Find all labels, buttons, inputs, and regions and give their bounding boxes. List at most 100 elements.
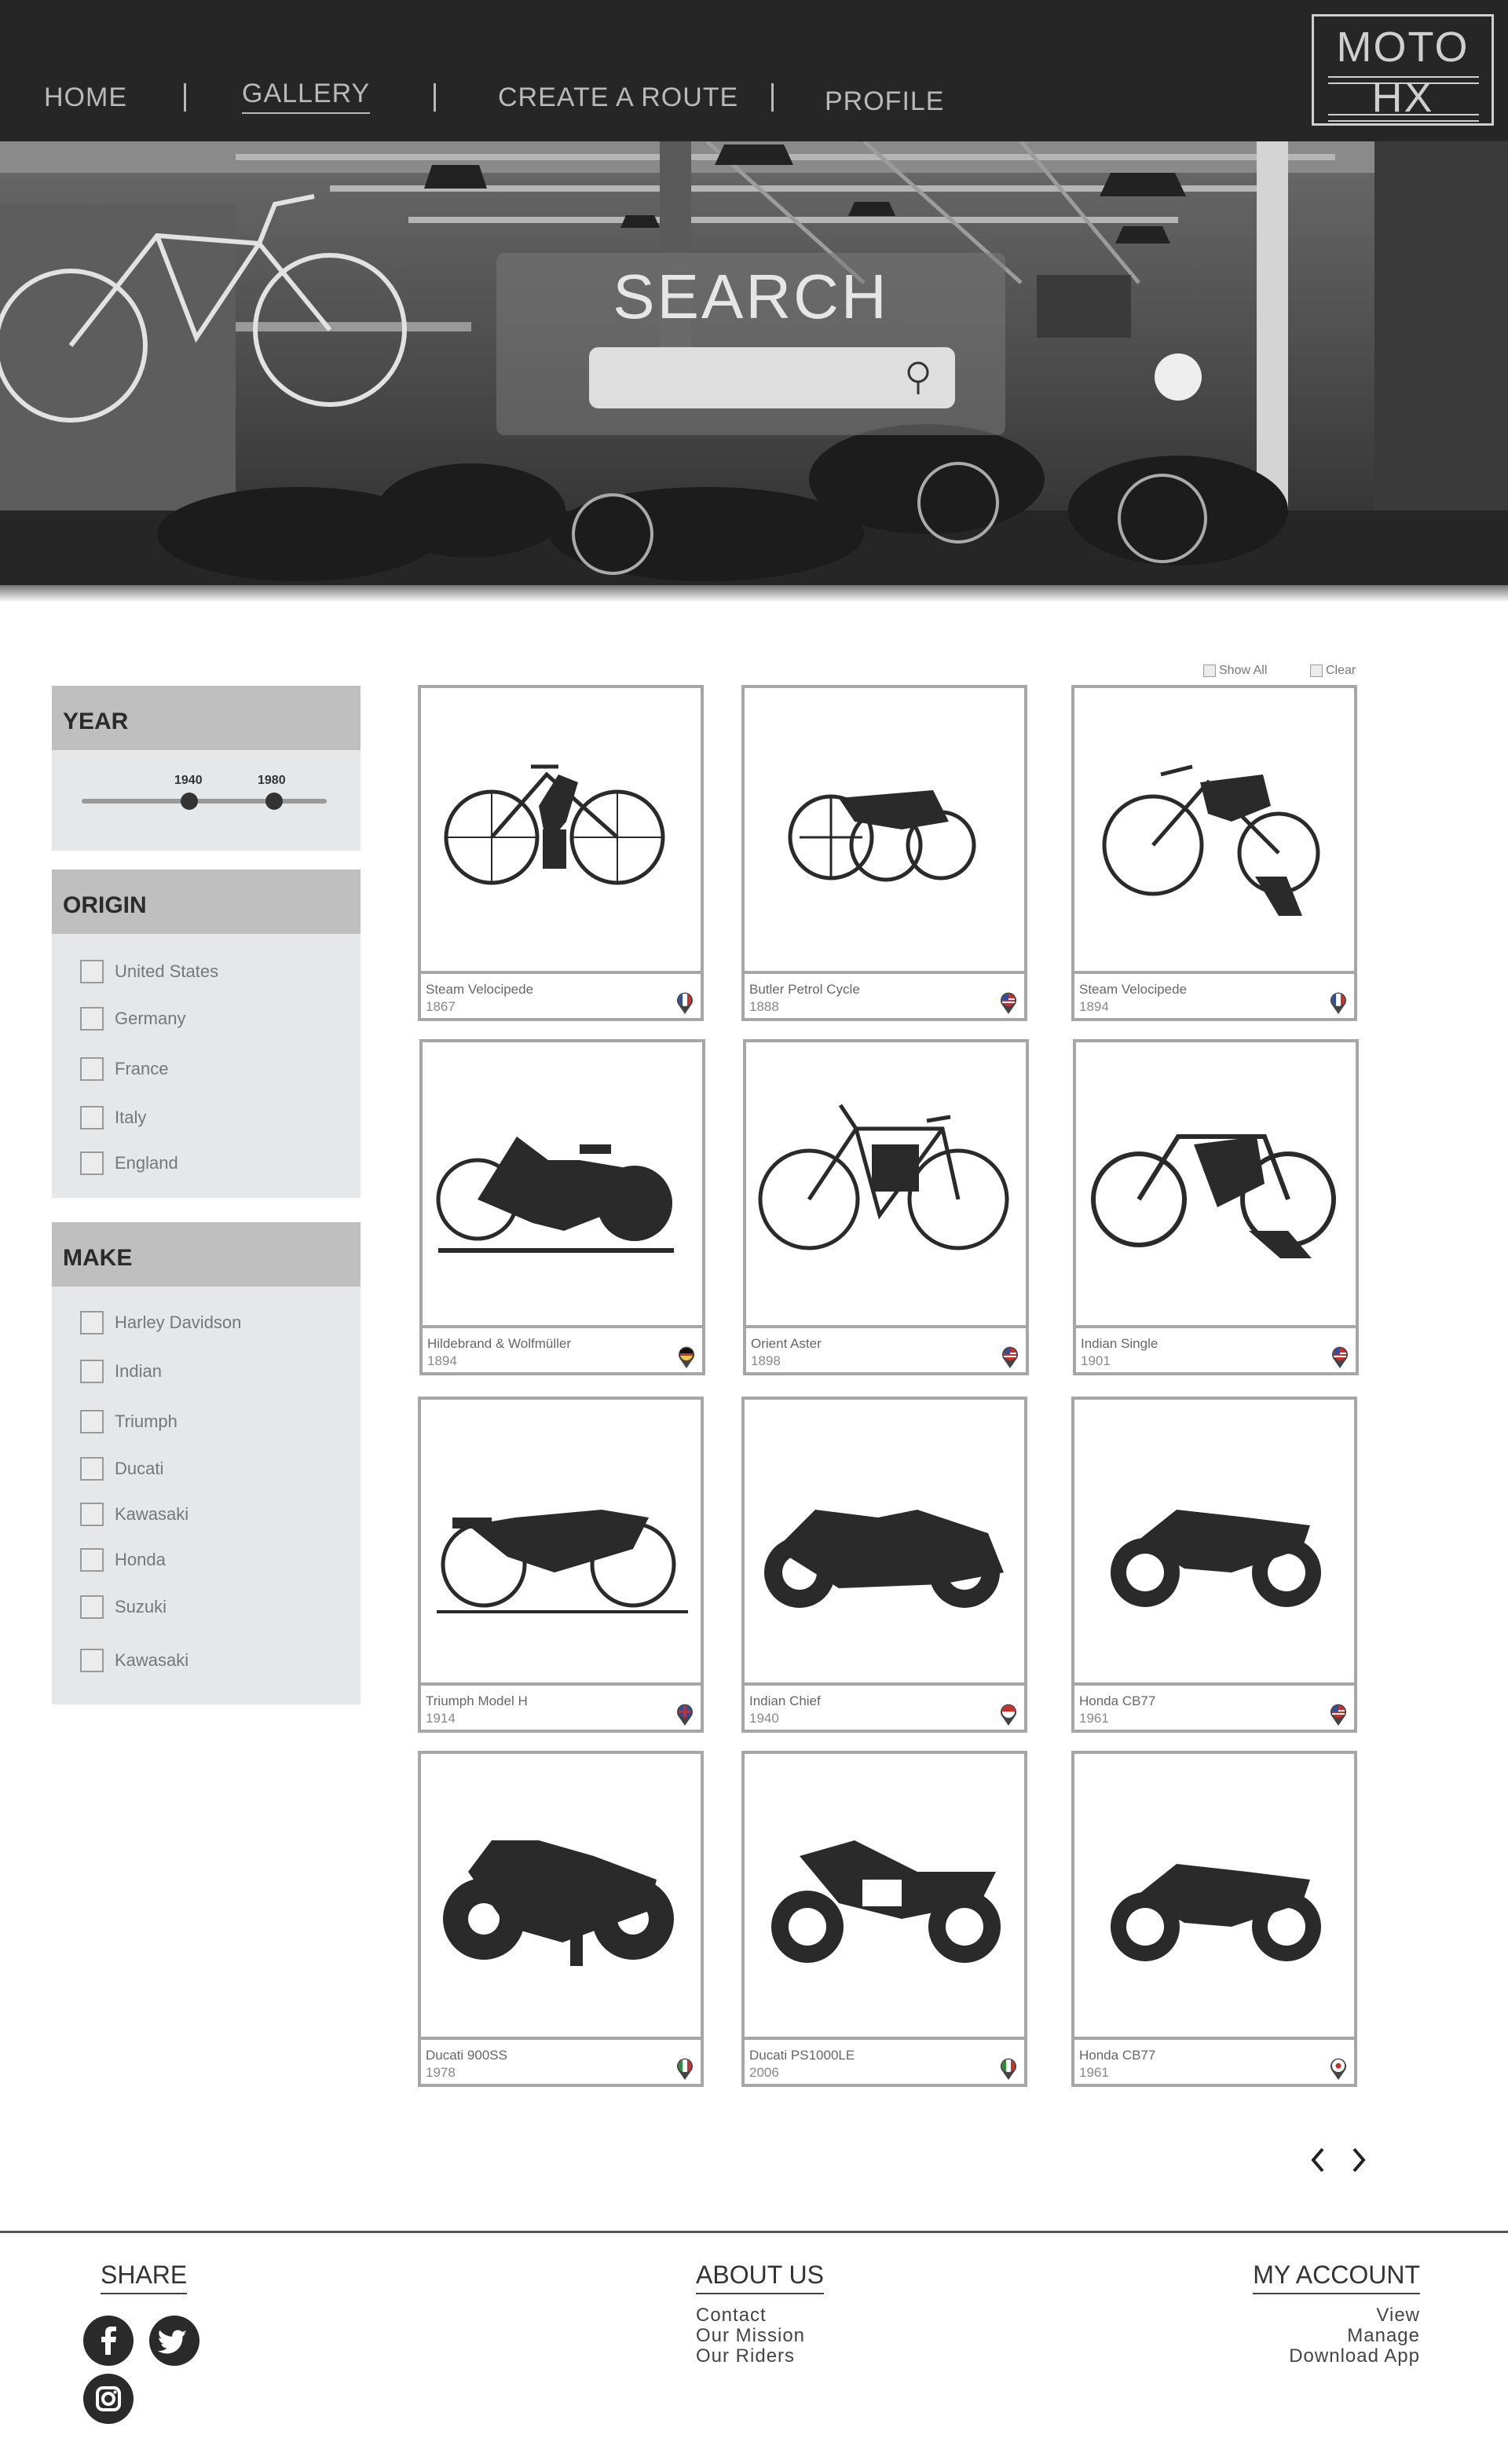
make-option-suzuki[interactable]: Suzuki <box>80 1593 167 1621</box>
checkbox[interactable] <box>80 1007 104 1031</box>
hildebrand-wolfmuller-image <box>436 1137 674 1253</box>
make-option-label: Kawasaki <box>115 1650 189 1670</box>
origin-option-united-states[interactable]: United States <box>80 957 218 986</box>
checkbox[interactable] <box>80 1503 104 1526</box>
bike-card[interactable]: Hildebrand & Wolfmüller 1894 <box>419 1039 705 1375</box>
indian-single-image <box>1091 1134 1336 1258</box>
card-caption: Steam Velocipede 1894 <box>1074 971 1354 1018</box>
manage-account-link[interactable]: Manage <box>1347 2325 1420 2347</box>
bike-card[interactable]: Ducati PS1000LE 2006 <box>741 1751 1027 2087</box>
origin-option-italy[interactable]: Italy <box>80 1104 146 1132</box>
nav-gallery[interactable]: GALLERY <box>242 79 371 114</box>
bike-name: Orient Aster <box>751 1336 822 1351</box>
bike-card[interactable]: Honda CB77 1961 <box>1071 1397 1357 1733</box>
bike-name: Butler Petrol Cycle <box>749 982 860 997</box>
year-max-handle[interactable] <box>265 793 283 810</box>
origin-option-england[interactable]: England <box>80 1149 178 1177</box>
search-icon[interactable] <box>905 360 932 397</box>
bike-card[interactable]: Indian Chief 1940 <box>741 1397 1027 1733</box>
origin-option-germany[interactable]: Germany <box>80 1005 185 1033</box>
bike-year: 1901 <box>1081 1353 1111 1368</box>
our-mission-link[interactable]: Our Mission <box>696 2325 805 2347</box>
checkbox[interactable] <box>80 1151 104 1175</box>
france-flag-pin-icon <box>1330 992 1346 1014</box>
checkbox[interactable] <box>1203 665 1216 677</box>
logo-text-top: MOTO <box>1336 24 1470 71</box>
nav-profile[interactable]: PROFILE <box>825 86 944 117</box>
usa-flag-pin-icon <box>1001 1704 1016 1726</box>
show-all-label: Show All <box>1219 664 1268 677</box>
make-option-label: Ducati <box>115 1459 164 1478</box>
about-us-heading[interactable]: ABOUT US <box>696 2261 824 2294</box>
make-option-indian[interactable]: Indian <box>80 1357 162 1386</box>
bike-card[interactable]: Triumph Model H 1914 <box>418 1397 704 1733</box>
twitter-icon[interactable] <box>149 2316 199 2366</box>
checkbox[interactable] <box>80 1106 104 1129</box>
japan-flag-pin-icon <box>1330 2058 1346 2080</box>
card-caption: Hildebrand & Wolfmüller 1894 <box>423 1325 702 1372</box>
bike-year: 1961 <box>1079 1711 1109 1726</box>
make-option-harley-davidson[interactable]: Harley Davidson <box>80 1309 241 1337</box>
nav-home[interactable]: HOME <box>44 82 127 113</box>
our-riders-link[interactable]: Our Riders <box>696 2345 795 2367</box>
bike-card[interactable]: Orient Aster 1898 <box>743 1039 1029 1375</box>
bike-card[interactable]: Ducati 900SS 1978 <box>418 1751 704 2087</box>
bike-name: Ducati PS1000LE <box>749 2048 855 2063</box>
checkbox[interactable] <box>80 1360 104 1383</box>
bike-card[interactable]: Indian Single 1901 <box>1073 1039 1359 1375</box>
checkbox[interactable] <box>1310 665 1323 677</box>
checkbox[interactable] <box>80 1595 104 1619</box>
year-slider-track[interactable] <box>82 799 327 804</box>
year-filter: YEAR 1940 1980 <box>52 686 361 851</box>
steam-velocipede-image <box>1102 764 1320 916</box>
usa-flag-pin-icon <box>1332 1346 1348 1368</box>
make-option-triumph[interactable]: Triumph <box>80 1408 178 1436</box>
clear-toggle[interactable]: Clear <box>1310 664 1356 678</box>
chevron-left-icon[interactable] <box>1307 2144 1330 2176</box>
make-option-kawasaki[interactable]: Kawasaki <box>80 1500 188 1529</box>
checkbox[interactable] <box>80 1457 104 1481</box>
view-account-link[interactable]: View <box>1376 2305 1420 2327</box>
moto-hx-logo[interactable]: MOTO HX <box>1312 14 1494 126</box>
origin-option-france[interactable]: France <box>80 1055 168 1083</box>
checkbox[interactable] <box>80 960 104 983</box>
ducati-ps1000le-image <box>771 1840 1001 1963</box>
search-input[interactable] <box>589 347 955 408</box>
my-account-heading[interactable]: MY ACCOUNT <box>1253 2261 1420 2294</box>
year-max-label: 1980 <box>258 774 286 787</box>
make-option-honda[interactable]: Honda <box>80 1546 166 1574</box>
usa-flag-pin-icon <box>1001 992 1016 1014</box>
card-caption: Triumph Model H 1914 <box>421 1682 701 1730</box>
honda-cb77-image <box>1111 1864 1321 1961</box>
checkbox[interactable] <box>80 1410 104 1433</box>
contact-link[interactable]: Contact <box>696 2305 767 2327</box>
steam-velocipede-image <box>444 764 665 885</box>
download-app-link[interactable]: Download App <box>1289 2345 1420 2367</box>
bike-name: Steam Velocipede <box>426 982 534 997</box>
card-caption: Honda CB77 1961 <box>1074 2037 1354 2084</box>
bike-card[interactable]: Steam Velocipede 1867 <box>418 685 704 1021</box>
bike-card[interactable]: Butler Petrol Cycle 1888 <box>741 685 1027 1021</box>
bike-name: Steam Velocipede <box>1079 982 1188 997</box>
make-option-kawasaki-2[interactable]: Kawasaki <box>80 1646 188 1675</box>
nav-separator <box>771 83 774 112</box>
make-filter: MAKE Harley Davidson Indian Triumph Duca… <box>52 1222 361 1704</box>
bike-card[interactable]: Honda CB77 1961 <box>1071 1751 1357 2087</box>
chevron-right-icon[interactable] <box>1346 2144 1370 2176</box>
nav-create-route[interactable]: CREATE A ROUTE <box>498 82 738 113</box>
origin-filter: ORIGIN United States Germany France Ital… <box>52 870 361 1198</box>
year-min-handle[interactable] <box>181 793 198 810</box>
checkbox[interactable] <box>80 1548 104 1572</box>
checkbox[interactable] <box>80 1311 104 1335</box>
instagram-icon[interactable] <box>83 2374 134 2424</box>
show-all-toggle[interactable]: Show All <box>1203 664 1267 678</box>
bike-card[interactable]: Steam Velocipede 1894 <box>1071 685 1357 1021</box>
checkbox[interactable] <box>80 1649 104 1672</box>
facebook-icon[interactable] <box>83 2316 134 2366</box>
bike-name: Ducati 900SS <box>426 2048 507 2063</box>
bike-year: 1961 <box>1079 2065 1109 2080</box>
make-option-ducati[interactable]: Ducati <box>80 1455 163 1483</box>
orient-aster-image <box>758 1104 1009 1250</box>
ducati-900ss-image <box>443 1840 674 1966</box>
checkbox[interactable] <box>80 1057 104 1081</box>
